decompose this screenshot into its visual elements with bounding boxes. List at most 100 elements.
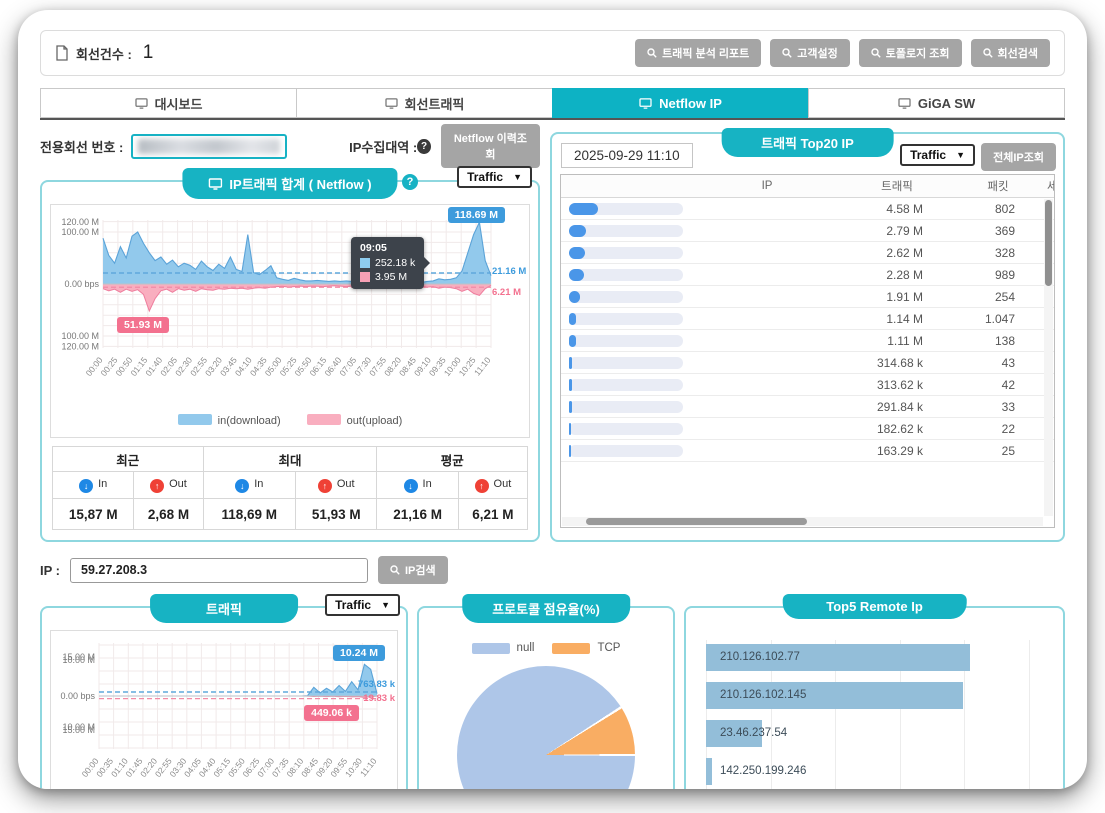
tab-line-traffic[interactable]: 회선트래픽 xyxy=(296,88,552,118)
traffic-stats-table: 최근 최대 평균 ↓ In ↑ Out ↓ In ↑ Out ↓ In ↑ Out 15,8… xyxy=(51,446,529,530)
line-count-label: 회선건수 : xyxy=(76,46,132,62)
max-in-badge: 118.69 M xyxy=(447,207,505,223)
customer-settings-button[interactable]: 고객설정 xyxy=(770,39,850,67)
table-row[interactable]: 182.62 k 22 xyxy=(561,418,1054,440)
legend-out-swatch xyxy=(306,414,341,426)
traffic-select[interactable]: Traffic ▼ xyxy=(900,144,975,166)
table-row[interactable]: 313.62 k 42 xyxy=(561,374,1054,396)
tooltip-in-value: 252.18 k xyxy=(375,257,416,269)
monitor-icon xyxy=(898,97,911,109)
vertical-scrollbar[interactable] xyxy=(1044,199,1053,516)
app-window: 회선건수 : 1 트래픽 분석 리포트 고객설정 토폴로지 조회 회선검색 대시… xyxy=(18,10,1087,789)
traffic-bar-cell xyxy=(561,246,689,259)
all-ip-search-button[interactable]: 전체IP조회 xyxy=(981,143,1056,171)
stat-max-in: 118,69 M xyxy=(202,498,297,530)
traffic-bar-track xyxy=(569,246,683,259)
table-row[interactable]: 1.14 M 1.047 xyxy=(561,308,1054,330)
ip-search-input[interactable] xyxy=(70,557,368,583)
top20-table-body: 4.58 M 802 2.79 M 369 2.62 M 328 2.28 M … xyxy=(561,198,1054,462)
table-row[interactable]: 2.28 M 989 xyxy=(561,264,1054,286)
legend-item: TCP xyxy=(552,642,620,654)
upload-icon: ↑ xyxy=(317,478,332,493)
in-area xyxy=(99,664,377,696)
scrollbar-thumb[interactable] xyxy=(586,518,808,525)
remote-ip-label: 210.126.102.145 xyxy=(720,689,807,701)
header-buttons: 트래픽 분석 리포트 고객설정 토폴로지 조회 회선검색 xyxy=(635,39,1050,67)
line-search-button[interactable]: 회선검색 xyxy=(970,39,1050,67)
stats-group-recent: 최근 xyxy=(52,446,204,472)
traffic-report-button[interactable]: 트래픽 분석 리포트 xyxy=(635,39,762,67)
horizontal-scrollbar[interactable] xyxy=(562,517,1043,526)
all-ip-search-label: 전체IP조회 xyxy=(993,152,1044,164)
topology-search-button[interactable]: 토폴로지 조회 xyxy=(858,39,962,67)
avg-in-value: 21.16 M xyxy=(492,266,527,277)
traffic-select[interactable]: Traffic ▼ xyxy=(325,594,400,616)
netflow-panel-title: IP트래픽 합계 ( Netflow ) xyxy=(182,168,398,199)
netflow-history-label: Netflow 이력조회 xyxy=(453,133,527,161)
tab-giga-sw[interactable]: GiGA SW xyxy=(808,88,1065,118)
ip-search-button[interactable]: IP검색 xyxy=(378,556,448,584)
monitor-icon xyxy=(134,97,148,109)
packet-value: 33 xyxy=(1001,399,1015,414)
chart-legend: in(download) out(upload) xyxy=(53,409,527,435)
traffic-bar-fill xyxy=(569,224,587,237)
y-tick-label: 0.00 bps xyxy=(60,691,95,701)
traffic-bar-track xyxy=(569,444,683,457)
remote-ip-bar[interactable] xyxy=(706,758,712,785)
traffic-bar-track xyxy=(569,202,683,215)
traffic-bar-cell xyxy=(561,334,689,347)
tab-bar: 대시보드 회선트래픽 Netflow IP GiGA SW xyxy=(40,88,1065,120)
y-tick-label: 100.00 M xyxy=(61,227,99,237)
stats-out-header: ↑ Out xyxy=(457,471,529,499)
traffic-bar-cell xyxy=(561,224,689,237)
protocol-pie-chart[interactable] xyxy=(457,666,635,789)
traffic-select-value: Traffic xyxy=(910,148,947,162)
search-icon xyxy=(871,48,881,58)
traffic-value: 182.62 k xyxy=(876,421,923,436)
legend-swatch xyxy=(471,642,510,654)
packet-value: 369 xyxy=(994,223,1015,238)
traffic-bar-track xyxy=(569,378,683,391)
table-row[interactable]: 314.68 k 43 xyxy=(561,352,1054,374)
scrollbar-thumb[interactable] xyxy=(1045,200,1052,286)
packet-value: 802 xyxy=(994,201,1015,216)
table-row[interactable]: 291.84 k 33 xyxy=(561,396,1054,418)
traffic-bar-fill xyxy=(569,334,576,347)
chart-svg[interactable]: 00:0000:2500:5001:1501:4002:0502:3002:55… xyxy=(53,208,527,404)
packet-value: 43 xyxy=(1001,355,1015,370)
search-icon xyxy=(390,565,400,575)
traffic-bar-fill xyxy=(569,400,573,413)
table-row[interactable]: 2.79 M 369 xyxy=(561,220,1054,242)
stat-avg-in: 21,16 M xyxy=(376,498,459,530)
download-icon: ↓ xyxy=(79,478,94,493)
stat-recent-out: 2,68 M xyxy=(133,498,204,530)
traffic-value: 4.58 M xyxy=(886,201,923,216)
table-row[interactable]: 4.58 M 802 xyxy=(561,198,1054,220)
table-row[interactable]: 1.91 M 254 xyxy=(561,286,1054,308)
table-row[interactable]: 2.62 M 328 xyxy=(561,242,1054,264)
help-icon[interactable]: ? xyxy=(417,138,431,154)
traffic-bar-cell xyxy=(561,378,689,391)
ip-traffic-chart-area[interactable]: 00:00 00:35 01:10 01:45 02:20 02:55 03:30 04:05… xyxy=(50,630,398,789)
redacted-line-number xyxy=(138,138,281,154)
top5-bar-chart[interactable]: 210.126.102.77 210.126.102.145 23.46.237.5… xyxy=(706,640,1030,789)
table-row[interactable]: 1.11 M 138 xyxy=(561,330,1054,352)
stat-avg-out: 6,21 M xyxy=(457,498,529,530)
traffic-value: 1.14 M xyxy=(886,311,923,326)
packet-value: 1.047 xyxy=(984,311,1015,326)
traffic-bar-cell xyxy=(561,290,689,303)
traffic-bar-track xyxy=(569,334,683,347)
stats-in-header: ↓ In xyxy=(376,471,459,499)
netflow-chart-area[interactable]: 00:00 00:25 00:50 01:15 01:40 02:05 02:30 02:55… xyxy=(50,204,530,438)
line-number-field[interactable] xyxy=(131,133,288,159)
legend-item: null xyxy=(471,642,534,654)
table-row[interactable]: 163.29 k 25 xyxy=(561,440,1054,462)
tab-dashboard[interactable]: 대시보드 xyxy=(40,88,296,118)
help-icon[interactable]: ? xyxy=(402,174,418,190)
traffic-select[interactable]: Traffic ▼ xyxy=(457,166,532,188)
x-tick-label: 11:10 xyxy=(472,355,493,378)
traffic-bar-fill xyxy=(569,444,572,457)
tab-netflow-ip[interactable]: Netflow IP xyxy=(552,88,808,118)
netflow-history-button[interactable]: Netflow 이력조회 xyxy=(440,124,540,168)
protocol-panel-title: 프로토콜 점유율(%) xyxy=(462,594,630,623)
